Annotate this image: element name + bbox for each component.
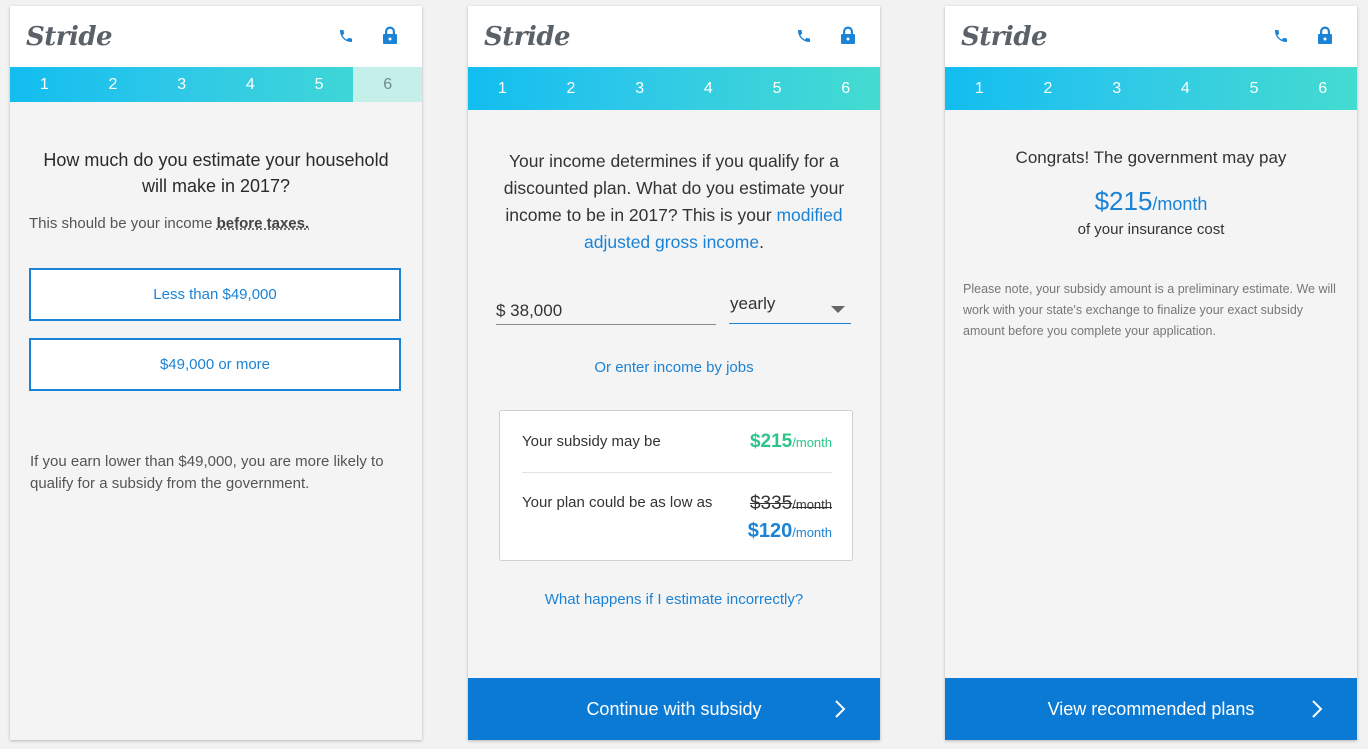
- step-1: 1: [974, 79, 984, 97]
- step-1: 1: [497, 79, 507, 97]
- subsidy-amount-large: $215/month: [945, 186, 1357, 217]
- income-intro: Your income determines if you qualify fo…: [486, 148, 862, 256]
- subsidy-card: Your subsidy may be $215/month Your plan…: [499, 410, 853, 561]
- view-recommended-plans-button[interactable]: View recommended plans: [945, 678, 1357, 740]
- step-3: 3: [635, 79, 645, 97]
- progress-steps: 1 2 3 4 5 6: [468, 67, 880, 110]
- insurance-cost-text: of your insurance cost: [1077, 221, 1225, 238]
- intro-end: .: [759, 232, 764, 252]
- chevron-right-icon: [835, 700, 846, 718]
- lock-icon[interactable]: [382, 26, 398, 44]
- phone-icon[interactable]: [338, 28, 354, 44]
- subsidy-footnote: If you earn lower than $49,000, you are …: [30, 453, 384, 492]
- app-header: Stride: [10, 6, 422, 67]
- continue-with-subsidy-button[interactable]: Continue with subsidy: [468, 678, 880, 740]
- step-4: 4: [245, 75, 255, 93]
- income-input[interactable]: [496, 297, 716, 325]
- step-6: 6: [353, 67, 422, 102]
- per-month-label: /month: [792, 497, 832, 512]
- step-2: 2: [108, 75, 118, 93]
- step-3: 3: [177, 75, 187, 93]
- screen-income-entry: Stride 1 2 3 4 5 6 Your income determine…: [468, 6, 880, 740]
- stride-logo[interactable]: Stride: [26, 22, 113, 52]
- enter-income-by-jobs-link[interactable]: Or enter income by jobs: [468, 359, 880, 376]
- per-month-label: /month: [1152, 194, 1208, 214]
- original-price: $335/month: [750, 493, 832, 515]
- progress-steps: 1 2 3 4 5 6: [10, 67, 422, 102]
- subsidy-amount-value: $215: [749, 431, 793, 452]
- discounted-price: $120/month: [748, 520, 832, 543]
- income-question: How much do you estimate your household …: [43, 150, 389, 196]
- progress-steps: 1 2 3 4 5 6: [945, 67, 1357, 110]
- step-1: 1: [39, 75, 49, 93]
- subsidy-disclaimer: Please note, your subsidy amount is a pr…: [963, 282, 1336, 338]
- step-6: 6: [841, 79, 851, 97]
- discounted-price-value: $120: [747, 520, 793, 542]
- cta-label: View recommended plans: [1047, 698, 1255, 719]
- stride-logo[interactable]: Stride: [484, 22, 571, 52]
- lock-icon[interactable]: [840, 26, 856, 44]
- subsidy-amount-value: $215: [1094, 186, 1153, 216]
- step-5: 5: [772, 79, 782, 97]
- income-note-text: This should be your income: [29, 215, 217, 232]
- chevron-down-icon: [831, 306, 845, 313]
- income-note: This should be your income before taxes.: [29, 215, 309, 232]
- app-header: Stride: [945, 6, 1357, 67]
- 49000-or-more-button[interactable]: $49,000 or more: [29, 338, 401, 391]
- subsidy-row: Your subsidy may be $215/month: [522, 411, 832, 473]
- step-2: 2: [1043, 79, 1053, 97]
- subsidy-label: Your subsidy may be: [522, 433, 661, 450]
- lock-icon[interactable]: [1317, 26, 1333, 44]
- per-month-label: /month: [792, 435, 832, 450]
- app-header: Stride: [468, 6, 880, 67]
- per-month-label: /month: [792, 525, 832, 540]
- stride-logo[interactable]: Stride: [961, 22, 1048, 52]
- step-3: 3: [1112, 79, 1122, 97]
- step-6: 6: [1318, 79, 1328, 97]
- phone-icon[interactable]: [796, 28, 812, 44]
- estimate-incorrectly-link[interactable]: What happens if I estimate incorrectly?: [468, 591, 880, 608]
- step-5: 5: [314, 75, 324, 93]
- less-than-49000-button[interactable]: Less than $49,000: [29, 268, 401, 321]
- step-4: 4: [1180, 79, 1190, 97]
- step-4: 4: [703, 79, 713, 97]
- income-period-select[interactable]: yearly: [729, 294, 851, 324]
- phone-icon[interactable]: [1273, 28, 1289, 44]
- plan-label: Your plan could be as low as: [522, 494, 713, 511]
- subsidy-amount: $215/month: [750, 431, 832, 453]
- step-2: 2: [566, 79, 576, 97]
- before-taxes-term[interactable]: before taxes.: [217, 215, 310, 232]
- congrats-heading: Congrats! The government may pay: [1015, 148, 1287, 167]
- screen-income-range: Stride 1 2 3 4 5 6 How much do you estim…: [10, 6, 422, 740]
- screen-subsidy-result: Stride 1 2 3 4 5 6 Congrats! The governm…: [945, 6, 1357, 740]
- original-price-value: $335: [749, 493, 793, 514]
- cta-label: Continue with subsidy: [586, 698, 762, 719]
- chevron-right-icon: [1312, 700, 1323, 718]
- period-value: yearly: [730, 294, 776, 313]
- step-5: 5: [1249, 79, 1259, 97]
